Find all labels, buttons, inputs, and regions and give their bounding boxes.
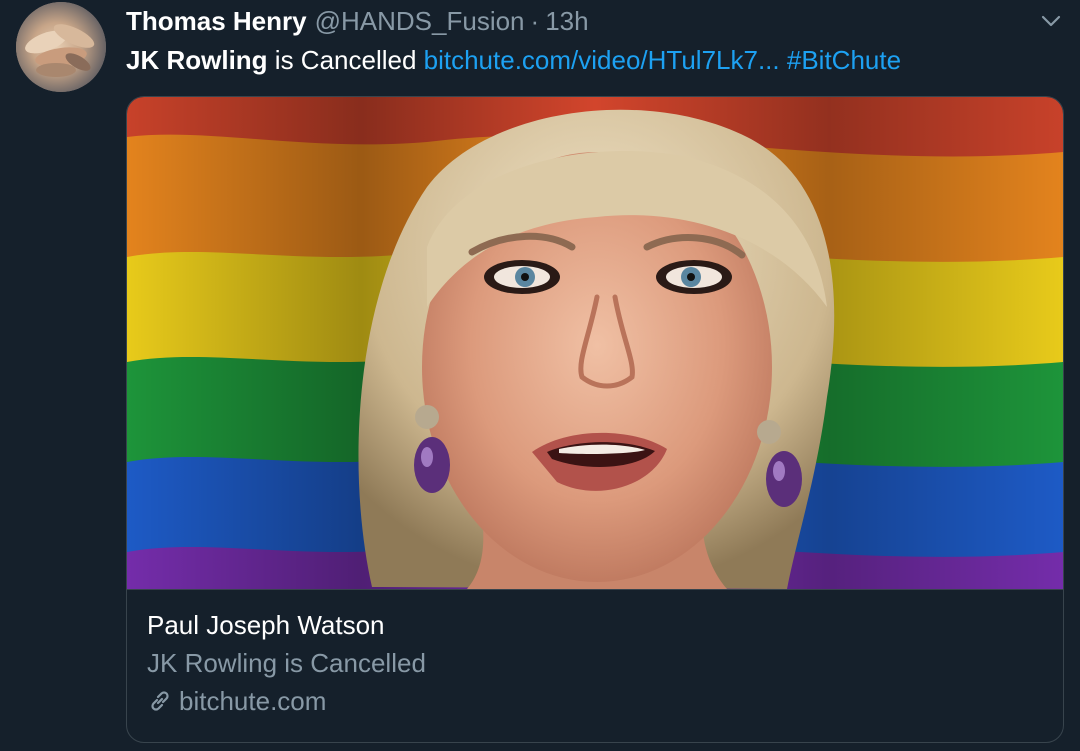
separator-dot: · — [530, 6, 540, 36]
tweet-link[interactable]: bitchute.com/video/HTul7Lk7... — [424, 45, 780, 75]
display-name[interactable]: Thomas Henry — [126, 6, 307, 37]
link-card[interactable]: Paul Joseph Watson JK Rowling is Cancell… — [126, 96, 1064, 743]
tweet-text-plain: is Cancelled — [267, 45, 424, 75]
avatar[interactable] — [16, 2, 106, 92]
link-icon — [151, 691, 169, 711]
card-domain: bitchute.com — [179, 686, 327, 716]
timestamp[interactable]: 13h — [545, 6, 588, 37]
chevron-down-icon[interactable] — [1038, 10, 1064, 32]
card-image[interactable] — [127, 97, 1063, 589]
card-divider — [127, 589, 1063, 590]
tweet-text: JK Rowling is Cancelled bitchute.com/vid… — [126, 44, 901, 76]
user-handle[interactable]: @HANDS_Fusion — [315, 6, 525, 37]
tweet-text-bold: JK Rowling — [126, 45, 268, 75]
card-domain-row: bitchute.com — [147, 683, 1043, 719]
card-meta[interactable]: Paul Joseph Watson JK Rowling is Cancell… — [147, 607, 1043, 719]
tweet-header: Thomas Henry @HANDS_Fusion · 13h — [126, 6, 589, 40]
card-title[interactable]: Paul Joseph Watson — [147, 607, 1043, 643]
hashtag-link[interactable]: #BitChute — [787, 45, 901, 75]
card-description: JK Rowling is Cancelled — [147, 648, 426, 678]
tweet[interactable]: Thomas Henry @HANDS_Fusion · 13h JK Rowl… — [0, 0, 1080, 751]
